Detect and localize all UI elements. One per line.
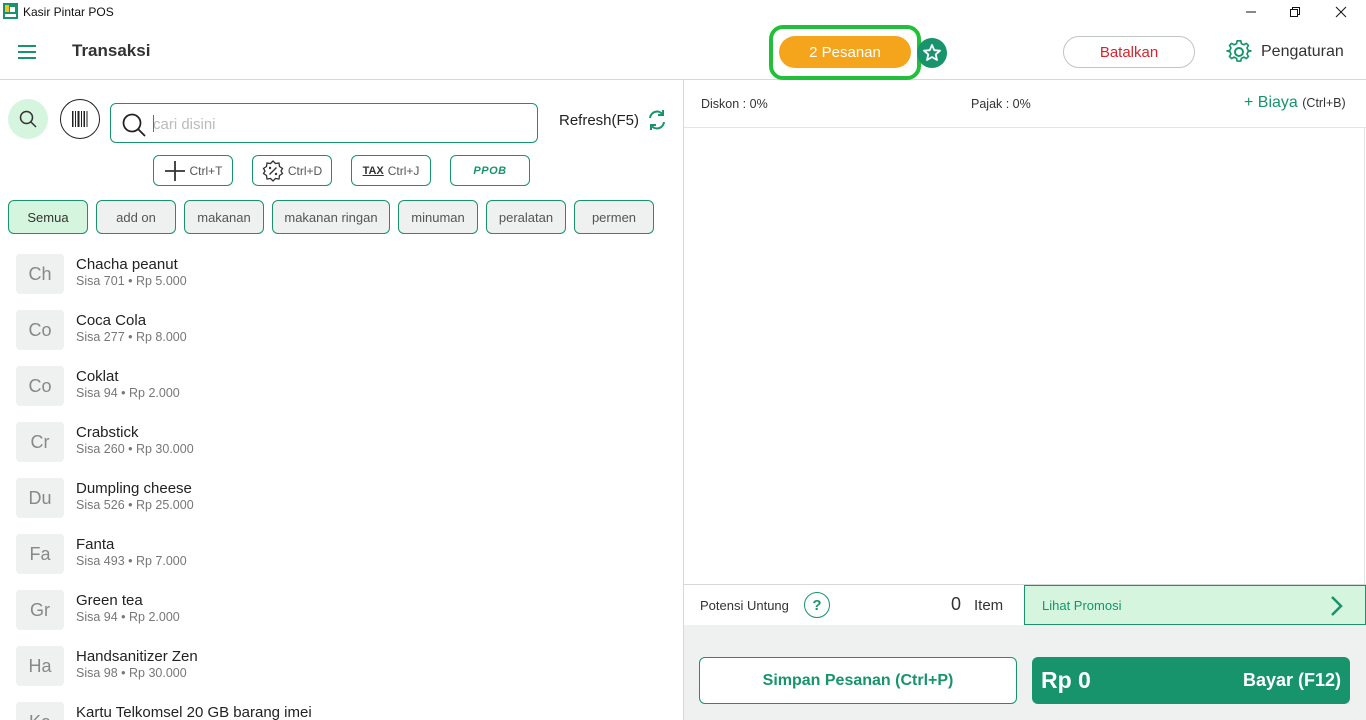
category-chip-peralatan[interactable]: peralatan: [486, 200, 566, 234]
product-avatar: Gr: [16, 590, 64, 630]
item-label: Item: [974, 597, 1004, 614]
product-avatar: Du: [16, 478, 64, 518]
product-panel: Refresh(F5) Ctrl+T Ctrl+D TAX Ctrl+J PPO…: [0, 80, 683, 720]
discount-info[interactable]: Diskon : 0%: [701, 97, 768, 111]
product-avatar: Ch: [16, 254, 64, 294]
product-name: Kartu Telkomsel 20 GB barang imei: [76, 704, 312, 720]
page-title: Transaksi: [72, 41, 151, 60]
ppob-button[interactable]: PPOB: [450, 155, 530, 186]
product-avatar: Cr: [16, 422, 64, 462]
text-caret: [153, 115, 154, 132]
product-item[interactable]: Cr Crabstick Sisa 260 • Rp 30.000: [0, 418, 683, 474]
restore-icon[interactable]: [1272, 0, 1318, 24]
hamburger-menu-icon[interactable]: [16, 41, 40, 63]
product-stock-price: Sisa 701 • Rp 5.000: [76, 274, 187, 288]
add-fee-button[interactable]: + Biaya (Ctrl+B): [1244, 94, 1346, 112]
product-avatar: Co: [16, 310, 64, 350]
tax-info[interactable]: Pajak : 0%: [971, 97, 1031, 111]
product-stock-price: Sisa 94 • Rp 2.000: [76, 610, 180, 624]
product-item[interactable]: Ch Chacha peanut Sisa 701 • Rp 5.000: [0, 250, 683, 306]
product-name: Fanta: [76, 536, 115, 553]
star-icon[interactable]: [917, 38, 947, 68]
product-name: Chacha peanut: [76, 256, 178, 273]
search-icon: [19, 110, 37, 128]
tax-shortcut-button[interactable]: TAX Ctrl+J: [351, 155, 431, 186]
category-chip-semua[interactable]: Semua: [8, 200, 88, 234]
product-item[interactable]: Ha Handsanitizer Zen Sisa 98 • Rp 30.000: [0, 642, 683, 698]
gear-icon: [1226, 40, 1252, 62]
help-icon[interactable]: ?: [804, 592, 830, 618]
product-stock-price: Sisa 493 • Rp 7.000: [76, 554, 187, 568]
product-name: Coca Cola: [76, 312, 147, 329]
shortcut-label: Ctrl+J: [387, 163, 420, 178]
product-name: Green tea: [76, 592, 143, 609]
app-logo-icon: [3, 3, 18, 19]
window-titlebar: Kasir Pintar POS: [0, 0, 1366, 24]
barcode-scan-button[interactable]: [60, 99, 100, 139]
product-stock-price: Sisa 260 • Rp 30.000: [76, 442, 194, 456]
category-chip-permen[interactable]: permen: [574, 200, 654, 234]
cancel-button[interactable]: Batalkan: [1063, 36, 1195, 68]
cart-area-border: [1364, 128, 1365, 584]
pay-button[interactable]: Rp 0 Bayar (F12): [1032, 657, 1350, 704]
product-stock-price: Sisa 526 • Rp 25.000: [76, 498, 194, 512]
barcode-icon: [72, 111, 88, 127]
add-fee-shortcut: (Ctrl+B): [1302, 96, 1346, 110]
product-item[interactable]: Co Coklat Sisa 94 • Rp 2.000: [0, 362, 683, 418]
view-promotions-button[interactable]: Lihat Promosi: [1024, 585, 1366, 625]
pay-label: Bayar (F12): [1242, 670, 1341, 690]
product-stock-price: Sisa 277 • Rp 8.000: [76, 330, 187, 344]
product-name: Coklat: [76, 368, 119, 385]
product-item[interactable]: Ka Kartu Telkomsel 20 GB barang imei: [0, 698, 683, 720]
product-stock-price: Sisa 98 • Rp 30.000: [76, 666, 187, 680]
product-avatar: Fa: [16, 534, 64, 574]
add-product-shortcut-button[interactable]: Ctrl+T: [153, 155, 233, 186]
add-fee-label: + Biaya: [1244, 94, 1298, 111]
plus-icon: [164, 160, 186, 182]
product-name: Crabstick: [76, 424, 139, 441]
product-item[interactable]: Co Coca Cola Sisa 277 • Rp 8.000: [0, 306, 683, 362]
minimize-icon[interactable]: [1228, 0, 1274, 24]
search-icon: [122, 113, 146, 137]
item-count: 0: [951, 594, 962, 614]
category-chip-makanan-ringan[interactable]: makanan ringan: [272, 200, 390, 234]
refresh-button[interactable]: Refresh(F5): [559, 108, 667, 132]
category-chip-minuman[interactable]: minuman: [398, 200, 478, 234]
refresh-icon: [649, 110, 666, 130]
promotions-label: Lihat Promosi: [1042, 598, 1122, 613]
search-input[interactable]: [153, 112, 523, 136]
window-title: Kasir Pintar POS: [23, 5, 114, 19]
product-avatar: Ha: [16, 646, 64, 686]
search-toggle-button[interactable]: [8, 99, 48, 139]
product-stock-price: Sisa 94 • Rp 2.000: [76, 386, 180, 400]
refresh-label: Refresh(F5): [559, 111, 640, 129]
discount-badge-icon: [262, 159, 284, 182]
product-item[interactable]: Du Dumpling cheese Sisa 526 • Rp 25.000: [0, 474, 683, 530]
product-avatar: Ka: [16, 702, 64, 720]
order-total: Rp 0: [1041, 667, 1091, 693]
chevron-right-icon: [1331, 596, 1343, 616]
shortcut-label: Ctrl+D: [287, 163, 323, 178]
product-item[interactable]: Fa Fanta Sisa 493 • Rp 7.000: [0, 530, 683, 586]
profit-potential-label: Potensi Untung: [700, 598, 789, 613]
category-chip-makanan[interactable]: makanan: [184, 200, 264, 234]
product-item[interactable]: Gr Green tea Sisa 94 • Rp 2.000: [0, 586, 683, 642]
app-header: Transaksi 2 Pesanan Batalkan Pengaturan: [0, 24, 1366, 80]
product-name: Dumpling cheese: [76, 480, 192, 497]
save-order-button[interactable]: Simpan Pesanan (Ctrl+P): [699, 657, 1017, 704]
saved-orders-button[interactable]: 2 Pesanan: [779, 36, 911, 68]
shortcut-label: Ctrl+T: [189, 163, 223, 178]
product-name: Handsanitizer Zen: [76, 648, 198, 665]
ppob-logo: PPOB: [473, 164, 507, 177]
tax-icon: TAX: [362, 164, 384, 177]
discount-shortcut-button[interactable]: Ctrl+D: [252, 155, 332, 186]
settings-button[interactable]: Pengaturan: [1226, 38, 1344, 66]
settings-label: Pengaturan: [1261, 43, 1344, 60]
search-field[interactable]: [110, 103, 538, 143]
category-chip-add-on[interactable]: add on: [96, 200, 176, 234]
close-icon[interactable]: [1318, 0, 1364, 24]
product-avatar: Co: [16, 366, 64, 406]
